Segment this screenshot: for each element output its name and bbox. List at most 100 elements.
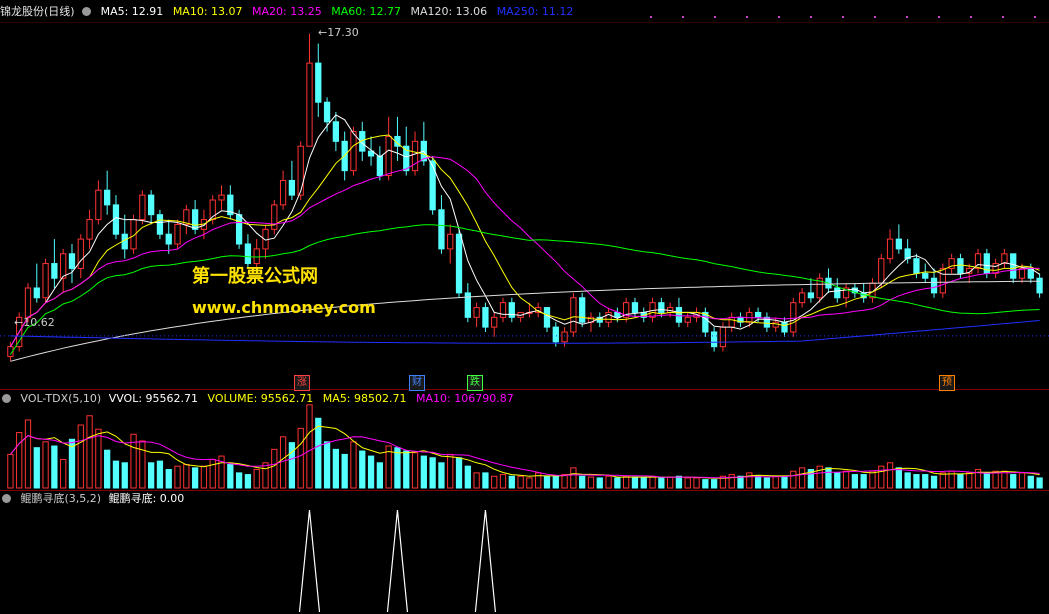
volume-bar bbox=[60, 458, 67, 489]
ma60-line bbox=[9, 224, 1040, 355]
event-marker-rise[interactable]: 涨 bbox=[294, 375, 310, 391]
settings-icon[interactable] bbox=[2, 394, 11, 403]
volume-bar bbox=[473, 472, 480, 489]
candle-body bbox=[86, 219, 93, 240]
volume-bar bbox=[429, 457, 436, 489]
volume-bar bbox=[983, 472, 990, 489]
candle-body bbox=[939, 267, 946, 294]
volume-bar bbox=[455, 457, 463, 489]
candle-body bbox=[279, 179, 287, 206]
candle-body bbox=[244, 243, 252, 265]
candle bbox=[464, 283, 471, 323]
watermark-title: 第一股票公式网 bbox=[192, 266, 318, 287]
vvol-label: VVOL: 95562.71 bbox=[108, 392, 199, 405]
event-marker-fall[interactable]: 跌 bbox=[467, 375, 483, 391]
candle-body bbox=[165, 233, 172, 245]
candle bbox=[235, 209, 243, 249]
volume-ma10-line bbox=[10, 435, 1040, 479]
candle-body bbox=[68, 253, 76, 269]
candle-body bbox=[139, 194, 146, 221]
candle bbox=[772, 317, 779, 332]
volume-bar bbox=[24, 419, 32, 489]
candle bbox=[781, 317, 788, 337]
marker-dot bbox=[650, 16, 652, 18]
stock-chart[interactable] bbox=[0, 0, 1049, 614]
volume-bar bbox=[332, 448, 340, 489]
candle bbox=[499, 297, 507, 323]
volume-bar bbox=[121, 462, 128, 489]
volume-bar bbox=[209, 458, 216, 489]
candle-body bbox=[886, 238, 894, 260]
ma120-line bbox=[10, 280, 1040, 362]
marker-dot bbox=[970, 16, 972, 18]
event-marker-forecast[interactable]: 预 bbox=[939, 375, 955, 391]
candle-body bbox=[385, 135, 392, 177]
volume-bar bbox=[913, 474, 920, 489]
settings-icon[interactable] bbox=[82, 7, 92, 16]
indicator-signal bbox=[298, 509, 321, 613]
candle-body bbox=[922, 272, 929, 279]
candle-body bbox=[1010, 253, 1017, 279]
candle bbox=[491, 312, 498, 337]
volume-bar bbox=[350, 441, 357, 489]
volume-bar bbox=[1001, 470, 1008, 489]
candle-body bbox=[1036, 277, 1043, 294]
candle-body bbox=[957, 258, 964, 274]
volume-bar bbox=[851, 474, 859, 489]
event-marker-finance[interactable]: 财 bbox=[409, 375, 425, 391]
arrow-icon: ← bbox=[318, 26, 328, 39]
volume-bar bbox=[825, 467, 832, 489]
candle bbox=[86, 209, 93, 249]
candle-body bbox=[579, 297, 586, 323]
candle-body bbox=[60, 253, 67, 279]
candle-body bbox=[156, 214, 164, 235]
high-price-label: ←17.30 bbox=[318, 26, 359, 39]
volume-bar bbox=[227, 463, 234, 489]
candle-body bbox=[772, 321, 779, 328]
candle bbox=[605, 307, 612, 328]
volume-bar bbox=[790, 470, 797, 489]
volume-bar bbox=[754, 475, 762, 489]
candle-body bbox=[148, 194, 155, 216]
candle bbox=[728, 312, 735, 332]
volume-bar bbox=[842, 470, 850, 489]
volume-bar bbox=[174, 465, 181, 489]
volume-bar bbox=[684, 477, 691, 489]
candle bbox=[42, 258, 49, 303]
stock-name[interactable]: 锦龙股份(日线) bbox=[0, 5, 75, 18]
candle-body bbox=[543, 307, 551, 328]
candle bbox=[895, 224, 902, 254]
candle-body bbox=[675, 307, 683, 323]
volume-bar bbox=[992, 470, 999, 489]
candle bbox=[385, 116, 392, 181]
candle-body bbox=[1001, 253, 1008, 265]
volume-bar bbox=[552, 475, 559, 489]
volume-bar bbox=[543, 475, 551, 489]
candle bbox=[33, 263, 40, 303]
volume-bar bbox=[16, 432, 23, 489]
candle bbox=[798, 288, 806, 308]
volume-bar bbox=[922, 474, 929, 489]
candle-body bbox=[288, 179, 296, 196]
candle-body bbox=[499, 302, 507, 318]
candle bbox=[508, 297, 515, 323]
indicator-signal bbox=[386, 509, 409, 613]
candle bbox=[992, 258, 999, 279]
marker-dot bbox=[842, 16, 844, 18]
candle-body bbox=[455, 233, 463, 294]
volume-bar bbox=[235, 472, 243, 489]
settings-icon[interactable] bbox=[2, 494, 11, 503]
volume-bar bbox=[482, 472, 489, 489]
volume-bar bbox=[315, 417, 322, 489]
ma5-label: MA5: 12.91 bbox=[100, 5, 164, 18]
candle-body bbox=[297, 145, 304, 196]
volume-bar bbox=[957, 474, 964, 489]
volume-bar bbox=[438, 462, 445, 489]
volume-bar bbox=[693, 477, 700, 489]
candle-body bbox=[570, 297, 577, 333]
volume-bar bbox=[420, 455, 427, 489]
volume-bar bbox=[499, 474, 507, 489]
candle bbox=[95, 180, 102, 225]
volume-indicator-name[interactable]: VOL-TDX(5,10) bbox=[21, 392, 102, 405]
indicator-name[interactable]: 鲲鹏寻底(3,5,2) bbox=[21, 492, 102, 505]
